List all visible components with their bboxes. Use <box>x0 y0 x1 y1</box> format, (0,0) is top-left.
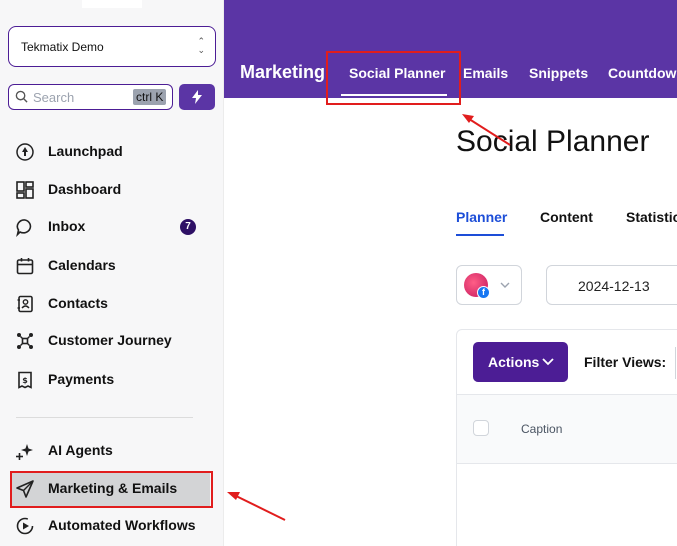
sidebar-item-dashboard[interactable]: Dashboard <box>0 171 224 207</box>
tab-emails[interactable]: Emails <box>463 65 508 81</box>
tab-countdown[interactable]: Countdown <box>608 65 677 81</box>
sidebar-item-payments[interactable]: $ Payments <box>0 361 224 397</box>
sidebar-item-label: Contacts <box>48 295 108 311</box>
actions-label: Actions <box>488 354 540 370</box>
actions-button[interactable]: Actions <box>473 342 568 382</box>
grid-icon <box>16 181 34 199</box>
search-box[interactable]: ctrl K <box>8 84 173 110</box>
chevron-down-icon <box>500 282 510 288</box>
highlight-marketing-emails-item <box>10 471 213 508</box>
sidebar-item-label: Automated Workflows <box>48 517 196 533</box>
search-shortcut: ctrl K <box>133 89 167 105</box>
sidebar-item-contacts[interactable]: Contacts <box>0 285 224 321</box>
chat-icon <box>16 219 32 237</box>
sidebar-item-label: Launchpad <box>48 143 123 159</box>
calendar-icon <box>16 258 34 275</box>
inbox-count-badge: 7 <box>180 219 196 235</box>
column-header-caption: Caption <box>521 422 563 436</box>
receipt-icon: $ <box>18 371 32 389</box>
date-picker[interactable]: 2024-12-13 <box>546 265 677 305</box>
sidebar-item-ai-agents[interactable]: AI Agents <box>0 432 224 468</box>
sidebar-item-launchpad[interactable]: Launchpad <box>0 133 224 169</box>
tab-snippets[interactable]: Snippets <box>529 65 588 81</box>
account-name: Tekmatix Demo <box>21 40 104 54</box>
quick-action-button[interactable] <box>179 84 215 110</box>
subtab-content[interactable]: Content <box>540 209 593 225</box>
subtab-statistics[interactable]: Statistics <box>626 209 677 225</box>
search-icon <box>15 90 28 103</box>
sidebar-item-automated-workflows[interactable]: Automated Workflows <box>0 507 224 543</box>
sidebar-item-label: AI Agents <box>48 442 113 458</box>
sidebar: Tekmatix Demo ⌃⌄ ctrl K Launchpad Dashbo… <box>0 0 224 546</box>
chevron-up-down-icon: ⌃ ⌄ <box>197 36 205 55</box>
sidebar-divider <box>16 417 193 418</box>
sidebar-item-label: Inbox <box>48 218 86 234</box>
sidebar-item-label: Calendars <box>48 257 116 273</box>
active-subtab-indicator <box>456 234 504 236</box>
subtab-planner[interactable]: Planner <box>456 209 507 225</box>
sidebar-item-calendars[interactable]: Calendars <box>0 247 224 283</box>
contact-book-icon <box>17 295 33 313</box>
funnel-icon <box>17 333 33 349</box>
search-input[interactable] <box>33 88 129 106</box>
account-switcher[interactable]: Tekmatix Demo ⌃ ⌄ <box>8 26 216 67</box>
highlight-social-planner-tab <box>326 51 461 105</box>
social-account-selector[interactable]: f <box>456 265 522 305</box>
sparkle-icon <box>16 444 33 460</box>
svg-text:$: $ <box>22 376 28 385</box>
app-window: Tekmatix Demo ⌃⌄ ctrl K Launchpad Dashbo… <box>0 0 677 546</box>
chevron-down-icon <box>542 358 554 366</box>
sidebar-item-label: Customer Journey <box>48 332 172 348</box>
logo <box>82 0 142 8</box>
table-header <box>457 394 677 464</box>
section-title: Marketing <box>240 62 326 82</box>
sidebar-item-label: Dashboard <box>48 181 122 197</box>
rocket-icon <box>16 143 34 161</box>
arrow-to-marketing-emails <box>227 492 286 521</box>
play-cycle-icon <box>16 517 34 535</box>
sidebar-item-customer-journey[interactable]: Customer Journey <box>0 322 224 358</box>
page-title: Social Planner <box>456 125 650 158</box>
sidebar-item-label: Payments <box>48 371 115 387</box>
facebook-icon: f <box>477 286 490 299</box>
filter-views-label: Filter Views: <box>584 354 667 370</box>
select-all-checkbox[interactable] <box>473 420 489 436</box>
date-value: 2024-12-13 <box>578 278 650 294</box>
lightning-icon <box>192 90 202 104</box>
sidebar-item-inbox[interactable]: Inbox 7 <box>0 208 224 244</box>
